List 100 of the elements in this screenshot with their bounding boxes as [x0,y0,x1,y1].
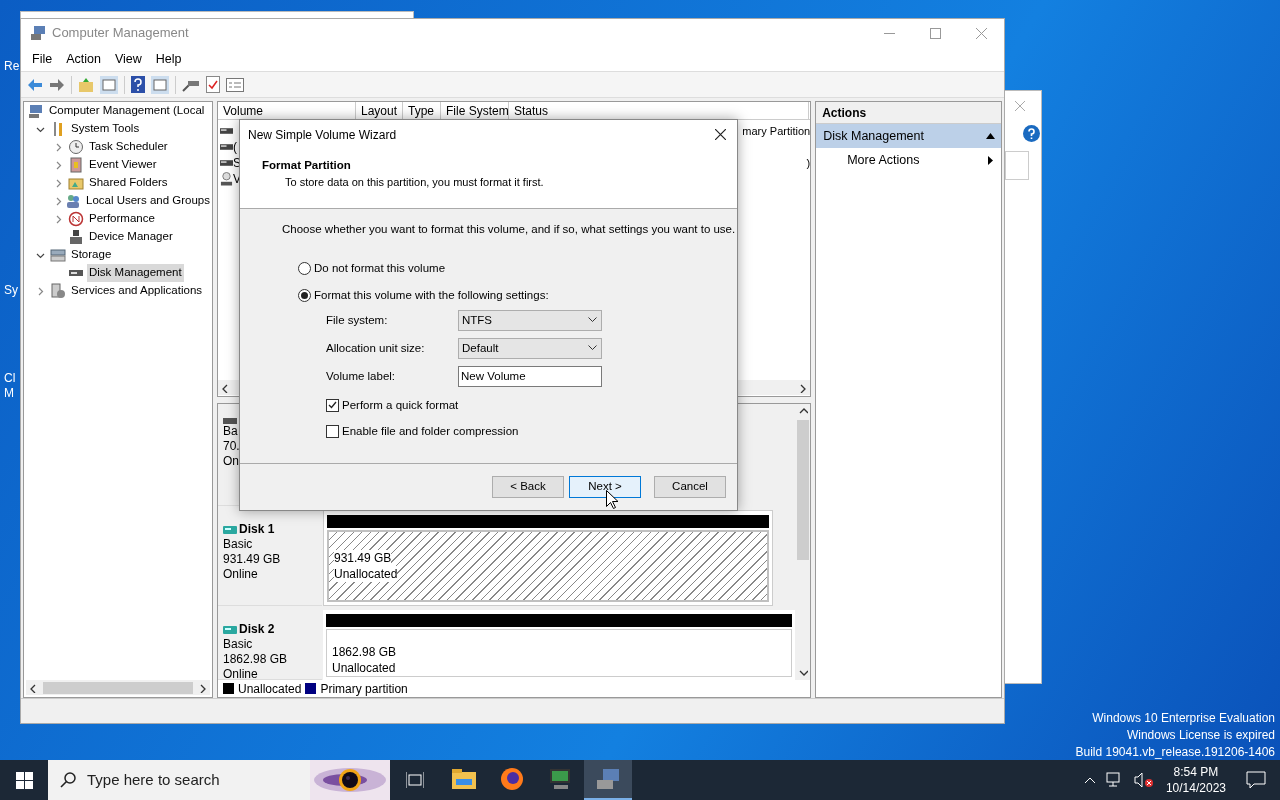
partition-block[interactable]: 1862.98 GB Unallocated [326,629,792,677]
app-icon [30,25,46,41]
monitor-icon [548,768,572,790]
instruction-text: Choose whether you want to format this volume, and if so, what settings you want to use. [282,222,736,237]
drive-icon [220,160,233,166]
radio-label[interactable]: Format this volume with the following settings: [314,286,549,304]
tree-item[interactable]: Disk Management [87,264,184,282]
taskbar-app[interactable] [584,760,632,800]
step-description: To store data on this partition, you must format it first. [285,175,544,191]
windows-start-icon[interactable] [15,771,33,789]
menu-item[interactable]: File [25,49,60,69]
folder-icon [68,175,84,191]
radio-button[interactable] [298,288,311,302]
back-arrow-icon[interactable] [27,77,43,92]
dialog-button[interactable]: Next > [569,476,641,498]
checklist-icon[interactable] [206,76,220,93]
disk-name: Disk 2 [239,622,275,637]
tree-item[interactable]: Device Manager [87,228,175,246]
tree-item[interactable]: System Tools [69,120,142,138]
disk-info: Basic [223,637,253,652]
dialog-title: New Simple Volume Wizard [248,126,397,144]
table-cell-text: mary Partition [742,123,811,139]
speaker-muted-icon[interactable] [1133,772,1154,788]
desktop-icon-label[interactable]: Cl [4,369,16,387]
log-icon [68,157,84,173]
tree-item[interactable]: Computer Management (Local [47,102,207,120]
disk-info: Ba [223,424,238,439]
disk-info: Basic [223,537,253,552]
task-view-icon[interactable] [406,772,424,788]
field-label: Allocation unit size: [326,340,426,356]
radio-button[interactable] [298,262,311,276]
dropdown[interactable]: NTFS [458,309,602,331]
desktop-icon-label[interactable]: M [4,384,14,402]
table-cell-text: ) [806,155,811,171]
window-title: Computer Management [52,24,189,43]
panel-toggle-icon[interactable] [151,75,169,94]
disk-info: On [223,454,239,469]
tree-item[interactable]: Services and Applications [69,282,205,300]
chevron-down-icon [588,317,597,324]
collapse-caret-icon[interactable] [986,133,995,139]
disk-name: Disk 1 [239,522,275,537]
checkbox-label[interactable]: Enable file and folder compression [342,423,519,441]
clock[interactable]: 8:54 PM 10/14/2023 [1163,764,1228,796]
users-icon [65,193,81,209]
step-heading: Format Partition [262,158,351,173]
table-cell: ( [233,140,237,154]
tree-item[interactable]: Local Users and Groups [84,192,212,210]
storage-icon [50,247,66,263]
maximize-icon[interactable] [929,27,941,39]
desktop-icon-label[interactable]: Sy [4,281,18,299]
notification-icon[interactable] [1246,771,1266,789]
help-icon[interactable] [1023,125,1040,142]
tree-item[interactable]: Task Scheduler [87,138,170,156]
folder-icon [452,769,476,789]
dialog-button[interactable]: Cancel [654,476,726,498]
action-item[interactable]: More Actions [816,148,1001,172]
partition-label: Unallocated [334,566,398,582]
tree-item[interactable]: Shared Folders [87,174,170,192]
help-icon[interactable] [131,76,145,93]
checkbox-label[interactable]: Perform a quick format [342,396,459,414]
menu-item[interactable]: Help [148,49,189,69]
search-icon [60,772,76,788]
clock-icon [68,139,84,155]
disk-info: Online [223,567,258,582]
chevron-right-icon[interactable] [36,286,45,296]
properties-icon[interactable] [226,77,244,92]
evaluation-notice: Build 19041.vb_release.191206-1406 [1075,744,1275,761]
folder-up-icon[interactable] [78,76,94,93]
forward-arrow-icon[interactable] [49,77,65,92]
drive-icon [220,144,233,150]
menu-item[interactable]: Action [59,49,108,69]
partition-size: 931.49 GB [334,550,392,566]
scroll-left-icon[interactable] [220,382,230,393]
section-header[interactable]: Disk Management [816,124,1001,148]
chevron-up-icon[interactable] [1083,776,1096,784]
search-field[interactable]: Type here to search [48,760,390,800]
chevron-down-icon [588,345,597,352]
text-field[interactable] [1005,151,1029,180]
tree-item[interactable]: Storage [69,246,114,264]
desktop-icon-label[interactable]: Re [4,57,20,75]
dropdown[interactable]: Default [458,337,602,359]
radio-label[interactable]: Do not format this volume [314,260,446,278]
text-field[interactable]: New Volume [458,365,602,387]
horizontal-scrollbar[interactable] [26,680,210,695]
partition-block[interactable]: 931.49 GB Unallocated [327,530,769,602]
scroll-left-icon[interactable] [28,682,38,693]
close-icon[interactable] [715,129,726,140]
scroll-right-icon[interactable] [198,682,208,693]
tree-item[interactable]: Performance [87,210,157,228]
disk-info: 1862.98 GB [223,652,288,667]
menu-item[interactable]: View [107,49,149,69]
computer-icon [28,103,44,119]
checkbox[interactable] [326,398,339,412]
tree-item[interactable]: Event Viewer [87,156,159,174]
dialog-button[interactable]: < Back [492,476,564,498]
checkbox[interactable] [326,425,339,439]
scroll-down-icon[interactable] [797,668,808,678]
evaluation-notice: Windows License is expired [1126,727,1275,744]
scroll-up-icon[interactable] [797,406,808,416]
panel-toggle-icon[interactable] [100,75,118,94]
